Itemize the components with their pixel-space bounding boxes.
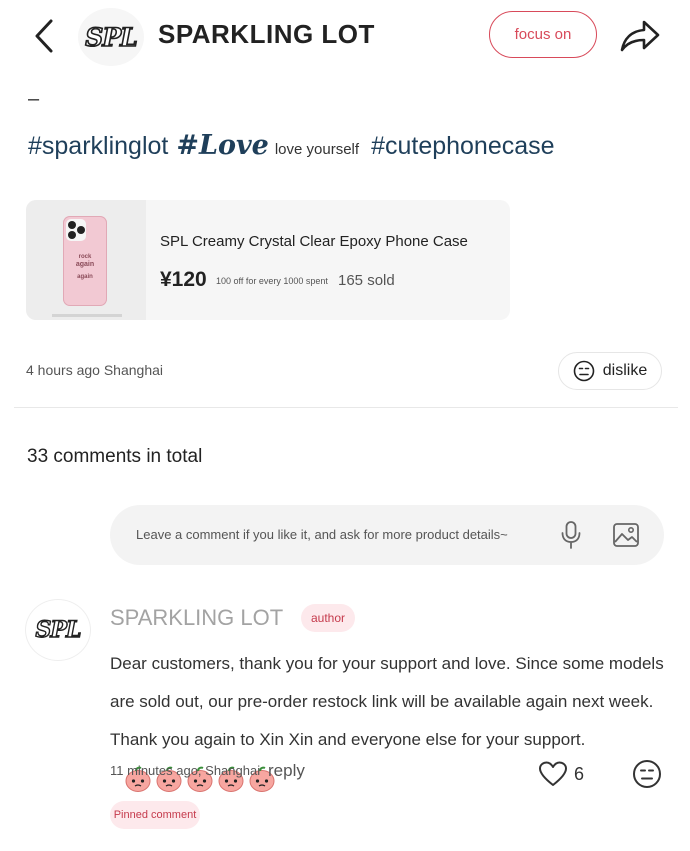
comment-dislike-button[interactable] bbox=[632, 759, 662, 789]
commenter-name[interactable]: SPARKLING LOT bbox=[110, 605, 283, 631]
product-thumbnail: rock again again bbox=[26, 200, 146, 320]
chevron-left-icon bbox=[35, 19, 53, 53]
comment-time-location: 11 minutes ago, Shanghai bbox=[110, 763, 261, 778]
image-icon bbox=[613, 523, 639, 547]
meh-face-icon bbox=[573, 360, 595, 382]
meh-face-icon bbox=[633, 760, 661, 788]
post-tags: #sparklinglot #Love love yourself #cutep… bbox=[28, 130, 563, 170]
tag-love-yourself: love yourself bbox=[274, 141, 360, 158]
phone-case-image: rock again again bbox=[63, 216, 107, 306]
product-card[interactable]: rock again again bbox=[26, 200, 510, 320]
voice-input-button[interactable] bbox=[556, 519, 586, 551]
tag-love[interactable]: #Love bbox=[176, 130, 268, 161]
author-badge: author bbox=[301, 604, 355, 632]
tag-sparklinglot[interactable]: #sparklinglot bbox=[28, 132, 168, 161]
follow-button[interactable]: focus on bbox=[489, 11, 597, 58]
share-arrow-icon bbox=[620, 20, 660, 52]
product-title[interactable]: SPL Creamy Crystal Clear Epoxy Phone Cas… bbox=[160, 233, 468, 250]
avatar[interactable]: SPL bbox=[26, 600, 90, 660]
dislike-label: dislike bbox=[602, 362, 648, 379]
logo-text: SPL bbox=[84, 22, 138, 53]
product-promo: 100 off for every 1000 spent bbox=[216, 276, 328, 286]
comment-text: Dear customers, thank you for your suppo… bbox=[110, 654, 664, 749]
dislike-button[interactable]: dislike bbox=[558, 352, 662, 390]
post-time-location: 4 hours ago Shanghai bbox=[26, 362, 163, 378]
product-sold: 165 sold bbox=[338, 272, 395, 289]
image-upload-button[interactable] bbox=[610, 519, 642, 551]
brand-name[interactable]: SPARKLING LOT bbox=[158, 19, 375, 50]
back-button[interactable] bbox=[26, 14, 62, 58]
like-count: 6 bbox=[574, 763, 585, 784]
product-price: ¥120 bbox=[160, 268, 207, 291]
comment-input-placeholder: Leave a comment if you like it, and ask … bbox=[136, 527, 508, 542]
divider bbox=[14, 407, 678, 408]
tag-cutephonecase[interactable]: #cutephonecase bbox=[371, 132, 554, 161]
brand-logo[interactable]: SPL bbox=[78, 8, 144, 66]
microphone-icon bbox=[561, 521, 581, 549]
heart-icon bbox=[539, 761, 567, 786]
like-button[interactable]: 6 bbox=[538, 758, 594, 790]
avatar-text: SPL bbox=[35, 616, 82, 643]
share-button[interactable] bbox=[616, 14, 664, 58]
comments-count: 33 comments in total bbox=[27, 446, 203, 467]
reply-button[interactable]: reply bbox=[268, 761, 305, 781]
pinned-badge: Pinned comment bbox=[110, 801, 200, 829]
comment-input[interactable]: Leave a comment if you like it, and ask … bbox=[110, 505, 664, 565]
post-dash: – bbox=[28, 88, 40, 110]
